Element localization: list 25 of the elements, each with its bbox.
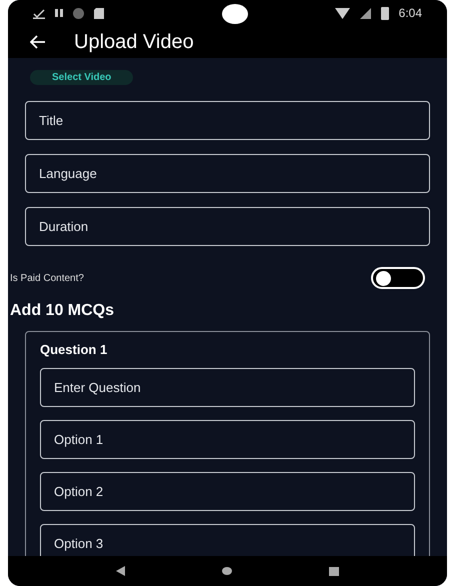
back-nav-icon[interactable] [116,566,126,576]
screen-title: Upload Video [74,30,194,55]
mcq-heading: Add 10 MCQs [10,302,114,319]
pause-icon [55,9,63,17]
home-nav-icon[interactable] [222,567,232,575]
wifi-icon [334,8,350,18]
signal-icon [360,8,371,18]
text-field[interactable]: Enter Question [40,368,415,406]
notification-icon [33,8,45,18]
paid-content-toggle[interactable] [371,267,425,289]
battery-icon [380,6,389,20]
sd-card-icon [94,8,104,18]
clock-time: 6:04 [398,5,422,22]
select-video-button[interactable]: Select Video [30,70,134,85]
back-arrow-icon[interactable] [30,35,46,49]
circle-icon [73,8,84,18]
text-field[interactable]: Option 2 [40,472,415,510]
camera-dot-icon [222,4,248,24]
text-field[interactable]: Duration [25,207,430,246]
recents-nav-icon[interactable] [328,566,339,576]
text-field[interactable]: Option 1 [40,420,415,458]
text-field[interactable]: Title [25,101,430,140]
question-title: Question 1 [40,341,108,359]
paid-content-label: Is Paid Content? [10,272,84,286]
text-field[interactable]: Language [25,154,430,193]
